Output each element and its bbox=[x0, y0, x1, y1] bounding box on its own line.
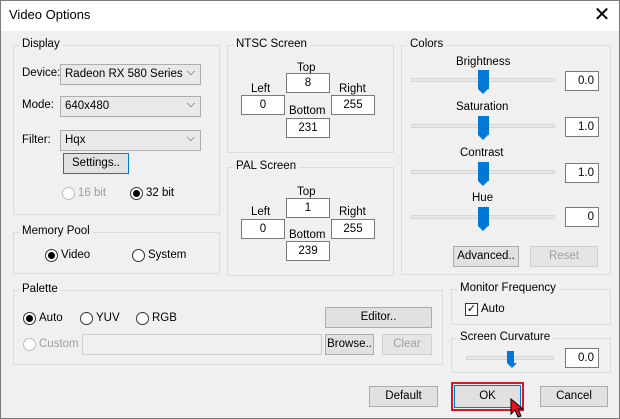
mode-select[interactable]: 640x480 ⌵ bbox=[60, 96, 201, 117]
palette-auto-label: Auto bbox=[39, 312, 63, 324]
window-title: Video Options bbox=[9, 7, 91, 22]
ntsc-bottom-field[interactable]: 231 bbox=[286, 118, 330, 138]
hue-label: Hue bbox=[472, 192, 494, 204]
saturation-value-field[interactable]: 1.0 bbox=[565, 117, 599, 137]
pal-bottom-label: Bottom bbox=[289, 229, 326, 241]
palette-group-label: Palette bbox=[19, 283, 61, 295]
display-group-label: Display bbox=[19, 38, 63, 50]
pal-left-field[interactable]: 0 bbox=[241, 219, 285, 239]
filter-select-value: Hqx bbox=[65, 134, 86, 146]
palette-custom-label: Custom bbox=[39, 338, 79, 350]
cancel-button[interactable]: Cancel bbox=[540, 386, 608, 407]
ntsc-left-field[interactable]: 0 bbox=[241, 95, 285, 115]
custom-palette-path-field[interactable] bbox=[82, 334, 322, 355]
title-bar: Video Options ✕ bbox=[1, 1, 619, 31]
16-bit-radio[interactable] bbox=[62, 187, 75, 200]
curvature-value-field[interactable]: 0.0 bbox=[565, 348, 599, 368]
memory-pool-group-label: Memory Pool bbox=[19, 225, 93, 237]
chevron-down-icon: ⌵ bbox=[186, 132, 195, 144]
memory-system-label: System bbox=[148, 249, 187, 261]
palette-yuv-label: YUV bbox=[96, 312, 120, 324]
contrast-label: Contrast bbox=[460, 147, 504, 159]
pal-left-label: Left bbox=[251, 206, 271, 218]
pal-top-label: Top bbox=[297, 186, 316, 198]
contrast-slider-thumb[interactable] bbox=[478, 162, 489, 186]
monitor-auto-checkbox[interactable]: ✓ bbox=[465, 303, 478, 316]
palette-rgb-radio[interactable] bbox=[136, 312, 149, 325]
ntsc-left-label: Left bbox=[251, 83, 271, 95]
saturation-label: Saturation bbox=[456, 101, 509, 113]
memory-video-label: Video bbox=[61, 249, 91, 261]
pal-group-label: PAL Screen bbox=[233, 160, 300, 172]
chevron-down-icon: ⌵ bbox=[186, 66, 195, 78]
video-options-dialog: Video Options ✕ Display Device: Radeon R… bbox=[0, 0, 620, 419]
palette-custom-radio[interactable] bbox=[23, 338, 36, 351]
16-bit-label: 16 bit bbox=[78, 187, 107, 199]
reset-button[interactable]: Reset bbox=[530, 246, 598, 267]
editor-button[interactable]: Editor.. bbox=[325, 307, 432, 328]
mouse-pointer-icon bbox=[510, 398, 524, 418]
memory-pool-group: Memory Pool bbox=[13, 225, 220, 274]
monitor-auto-label: Auto bbox=[481, 303, 505, 315]
clear-button[interactable]: Clear bbox=[382, 334, 432, 355]
monitor-frequency-label: Monitor Frequency bbox=[457, 282, 559, 294]
pal-bottom-field[interactable]: 239 bbox=[286, 241, 330, 261]
pal-right-label: Right bbox=[339, 206, 366, 218]
close-icon[interactable]: ✕ bbox=[587, 1, 617, 29]
saturation-slider-thumb[interactable] bbox=[478, 116, 489, 140]
colors-group-label: Colors bbox=[407, 38, 447, 50]
palette-rgb-label: RGB bbox=[152, 312, 177, 324]
brightness-value-field[interactable]: 0.0 bbox=[565, 71, 599, 91]
filter-select[interactable]: Hqx ⌵ bbox=[60, 130, 201, 151]
mode-label: Mode: bbox=[22, 99, 54, 111]
device-label: Device: bbox=[22, 67, 61, 79]
ntsc-right-label: Right bbox=[339, 83, 366, 95]
device-select-value: Radeon RX 580 Series bbox=[65, 68, 183, 80]
ntsc-bottom-label: Bottom bbox=[289, 105, 326, 117]
32-bit-radio[interactable] bbox=[130, 187, 143, 200]
ntsc-right-field[interactable]: 255 bbox=[331, 95, 375, 115]
pal-top-field[interactable]: 1 bbox=[286, 198, 330, 218]
brightness-slider-thumb[interactable] bbox=[478, 70, 489, 94]
palette-yuv-radio[interactable] bbox=[80, 312, 93, 325]
pal-right-field[interactable]: 255 bbox=[331, 219, 375, 239]
default-button[interactable]: Default bbox=[369, 386, 438, 407]
device-select[interactable]: Radeon RX 580 Series ⌵ bbox=[60, 64, 201, 85]
brightness-label: Brightness bbox=[456, 56, 511, 68]
memory-system-radio[interactable] bbox=[132, 249, 145, 262]
ntsc-top-field[interactable]: 8 bbox=[286, 73, 330, 93]
hue-value-field[interactable]: 0 bbox=[565, 207, 599, 227]
filter-label: Filter: bbox=[22, 134, 51, 146]
chevron-down-icon: ⌵ bbox=[186, 98, 195, 110]
ntsc-group-label: NTSC Screen bbox=[233, 38, 310, 50]
memory-video-radio[interactable] bbox=[45, 249, 58, 262]
browse-button[interactable]: Browse.. bbox=[325, 334, 374, 355]
mode-select-value: 640x480 bbox=[65, 100, 110, 112]
palette-auto-radio[interactable] bbox=[23, 312, 36, 325]
settings-button[interactable]: Settings.. bbox=[63, 153, 129, 174]
advanced-button[interactable]: Advanced.. bbox=[453, 246, 519, 267]
32-bit-label: 32 bit bbox=[146, 187, 175, 199]
curvature-slider-thumb[interactable] bbox=[507, 351, 517, 368]
contrast-value-field[interactable]: 1.0 bbox=[565, 163, 599, 183]
screen-curvature-label: Screen Curvature bbox=[457, 331, 554, 343]
hue-slider-thumb[interactable] bbox=[478, 207, 489, 231]
